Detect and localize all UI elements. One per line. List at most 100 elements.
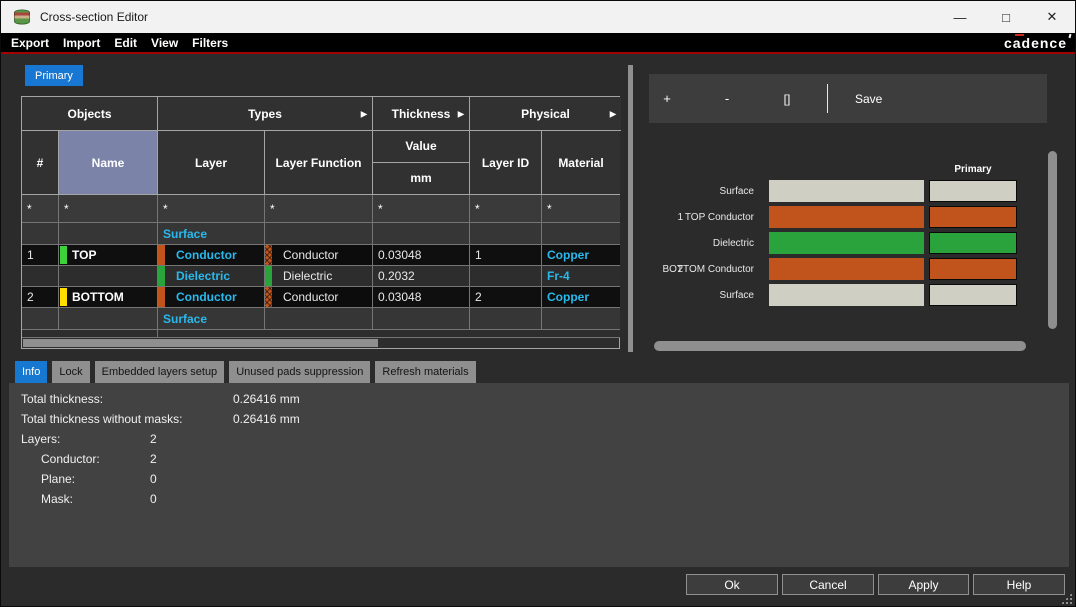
cell-layer-id[interactable]: 2 <box>470 287 542 308</box>
cell[interactable] <box>22 308 59 330</box>
cell-layer-function[interactable]: Conductor <box>265 245 373 266</box>
column-header-unit-mm[interactable]: mm <box>373 163 469 194</box>
stackup-primary-bar-dielectric[interactable] <box>929 232 1017 254</box>
cell-layer[interactable]: Conductor <box>158 287 265 308</box>
cell-num[interactable] <box>22 266 59 287</box>
stackup-bar-bottom-conductor[interactable] <box>769 258 924 280</box>
cell[interactable] <box>542 223 620 245</box>
stackup-bar-dielectric[interactable] <box>769 232 924 254</box>
stackup-primary-bar-surface-bottom[interactable] <box>929 284 1017 306</box>
stackup-primary-bar-bottom-conductor[interactable] <box>929 258 1017 280</box>
cell-value[interactable]: 0.2032 <box>373 266 470 287</box>
cell-layer[interactable]: Surface <box>158 308 265 330</box>
table-vertical-scrollbar[interactable] <box>628 65 633 352</box>
cell[interactable] <box>59 223 158 245</box>
column-header-thickness-value[interactable]: Value mm <box>373 131 470 195</box>
cell-layer-function[interactable]: Conductor <box>265 287 373 308</box>
table-horizontal-scrollbar[interactable] <box>22 338 619 348</box>
table-hscroll-thumb[interactable] <box>23 339 378 347</box>
filter-cell-layer[interactable]: * <box>158 195 265 223</box>
maximize-button[interactable]: □ <box>983 1 1029 33</box>
save-button[interactable]: Save <box>841 74 921 123</box>
apply-button[interactable]: Apply <box>878 574 969 595</box>
table-row-top-conductor: 1 TOP Conductor Conductor 0.03048 1 Copp… <box>22 245 619 266</box>
cell-num[interactable]: 1 <box>22 245 59 266</box>
cell[interactable] <box>373 308 470 330</box>
cell-layer-id[interactable]: 1 <box>470 245 542 266</box>
tab-lock[interactable]: Lock <box>52 361 89 383</box>
tab-embedded-layers-setup[interactable]: Embedded layers setup <box>95 361 225 383</box>
cell-material[interactable]: Fr-4 <box>542 266 620 287</box>
cell[interactable] <box>265 223 373 245</box>
group-header-physical[interactable]: Physical▶ <box>470 97 621 131</box>
cell-layer[interactable]: Surface <box>158 223 265 245</box>
cell-name[interactable]: TOP <box>59 245 158 266</box>
cell[interactable] <box>470 308 542 330</box>
group-header-types[interactable]: Types▶ <box>158 97 373 131</box>
cell[interactable] <box>373 223 470 245</box>
cell[interactable] <box>265 308 373 330</box>
cell-name[interactable] <box>59 266 158 287</box>
cell[interactable] <box>470 223 542 245</box>
info-mask: Mask:0 <box>41 491 73 507</box>
tab-primary[interactable]: Primary <box>25 65 83 86</box>
cell-num[interactable]: 2 <box>22 287 59 308</box>
cell-layer-function[interactable]: Dielectric <box>265 266 373 287</box>
filter-cell-material[interactable]: * <box>542 195 620 223</box>
cell-material[interactable]: Copper <box>542 287 620 308</box>
tab-refresh-materials[interactable]: Refresh materials <box>375 361 475 383</box>
expand-arrow-icon[interactable]: ▶ <box>361 109 367 118</box>
filter-cell-layer-function[interactable]: * <box>265 195 373 223</box>
stackup-bar-surface-bottom[interactable] <box>769 284 924 306</box>
group-header-thickness[interactable]: Thickness▶ <box>373 97 470 131</box>
menu-export[interactable]: Export <box>11 36 49 50</box>
stackup-primary-bar-top-conductor[interactable] <box>929 206 1017 228</box>
cell-value[interactable]: 0.03048 <box>373 245 470 266</box>
filter-cell-name[interactable]: * <box>59 195 158 223</box>
close-button[interactable]: ✕ <box>1029 1 1075 33</box>
column-header-value[interactable]: Value <box>373 131 469 163</box>
expand-arrow-icon[interactable]: ▶ <box>458 109 464 118</box>
tab-unused-pads-suppression[interactable]: Unused pads suppression <box>229 361 370 383</box>
expand-arrow-icon[interactable]: ▶ <box>610 109 616 118</box>
cell-material[interactable]: Copper <box>542 245 620 266</box>
group-header-objects[interactable]: Objects <box>22 97 158 131</box>
ok-button[interactable]: Ok <box>686 574 778 595</box>
cell[interactable] <box>22 223 59 245</box>
filter-cell-layer-id[interactable]: * <box>470 195 542 223</box>
stackup-horizontal-scrollbar[interactable] <box>654 341 1026 351</box>
minimize-button[interactable]: — <box>937 1 983 33</box>
stackup-primary-bar-surface-top[interactable] <box>929 180 1017 202</box>
cell[interactable] <box>542 308 620 330</box>
tab-info[interactable]: Info <box>15 361 47 383</box>
cell-layer[interactable]: Conductor <box>158 245 265 266</box>
stackup-bar-surface-top[interactable] <box>769 180 924 202</box>
column-header-layer-id[interactable]: Layer ID <box>470 131 542 195</box>
column-header-layer[interactable]: Layer <box>158 131 265 195</box>
menu-filters[interactable]: Filters <box>192 36 228 50</box>
menu-edit[interactable]: Edit <box>114 36 137 50</box>
cell-value[interactable]: 0.03048 <box>373 287 470 308</box>
cadence-logo: cadence <box>1004 33 1067 52</box>
filter-cell-num[interactable]: * <box>22 195 59 223</box>
help-button[interactable]: Help <box>973 574 1065 595</box>
stackup-vertical-scrollbar[interactable] <box>1048 151 1057 329</box>
menu-view[interactable]: View <box>151 36 178 50</box>
filter-cell-value[interactable]: * <box>373 195 470 223</box>
cancel-button[interactable]: Cancel <box>782 574 874 595</box>
menu-import[interactable]: Import <box>63 36 100 50</box>
toolbar-divider <box>827 84 828 113</box>
add-layer-button[interactable]: + <box>647 74 687 123</box>
brackets-button[interactable]: [] <box>767 74 807 123</box>
column-header-layer-function[interactable]: Layer Function <box>265 131 373 195</box>
column-header-num[interactable]: # <box>22 131 59 195</box>
remove-layer-button[interactable]: - <box>707 74 747 123</box>
stackup-bar-top-conductor[interactable] <box>769 206 924 228</box>
column-header-material[interactable]: Material <box>542 131 620 195</box>
column-header-name[interactable]: Name <box>59 131 158 195</box>
cell[interactable] <box>59 308 158 330</box>
cell-name[interactable]: BOTTOM <box>59 287 158 308</box>
dielectric-chip <box>265 266 272 286</box>
cell-layer[interactable]: Dielectric <box>158 266 265 287</box>
cell-layer-id[interactable] <box>470 266 542 287</box>
